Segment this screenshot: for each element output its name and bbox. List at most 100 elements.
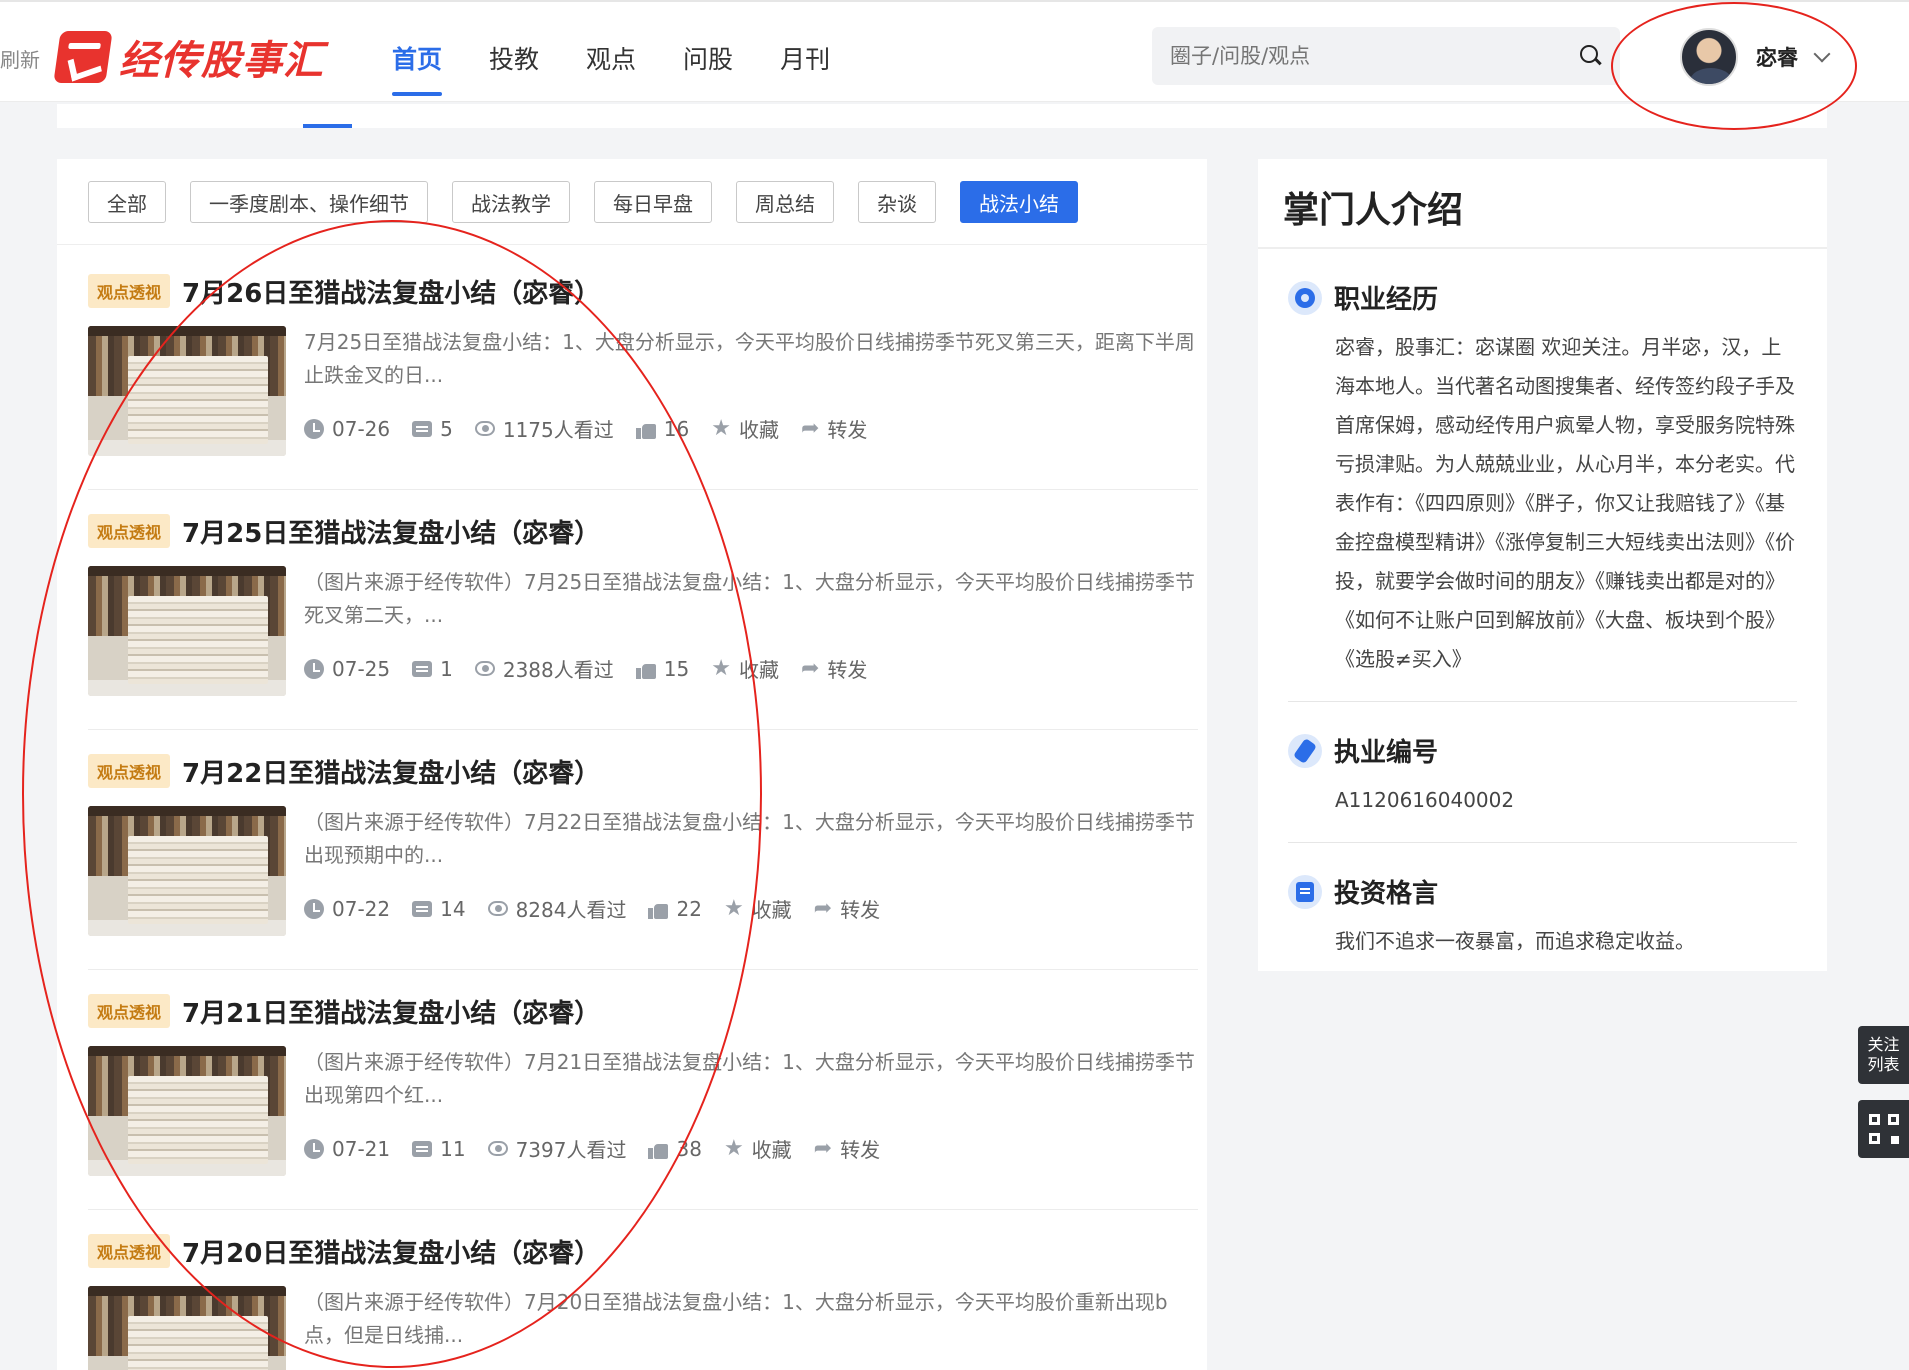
share-button[interactable]: ➦ 转发	[814, 1134, 880, 1163]
clock-icon	[304, 1138, 324, 1159]
like-button[interactable]: 38	[648, 1137, 702, 1161]
article-thumbnail[interactable]	[88, 1286, 286, 1370]
search-icon[interactable]	[1580, 45, 1602, 67]
filter-tactics-teaching[interactable]: 战法教学	[452, 181, 570, 223]
chevron-down-icon[interactable]	[1813, 45, 1831, 63]
list-item[interactable]: 观点透视 7月20日至猎战法复盘小结（宓睿） （图片来源于经传软件）7月20日至…	[88, 1230, 1198, 1370]
sidebar-title: 掌门人介绍	[1283, 190, 1464, 231]
nav-monthly[interactable]: 月刊	[780, 40, 830, 76]
favorite-button[interactable]: ★ 收藏	[724, 1134, 792, 1163]
article-tag: 观点透视	[88, 754, 171, 788]
nav-ask-stock[interactable]: 问股	[683, 40, 733, 76]
article-thumbnail[interactable]	[88, 566, 286, 696]
filter-all[interactable]: 全部	[88, 181, 166, 223]
share-icon: ➦	[813, 895, 833, 921]
comment-icon	[412, 1140, 433, 1157]
article-summary: 7月25日至猎战法复盘小结：1、大盘分析显示，今天平均股价日线捕捞季节死叉第三天…	[304, 330, 1195, 387]
eye-icon	[474, 421, 495, 436]
share-button[interactable]: ➦ 转发	[801, 414, 867, 443]
license-number: A1120616040002	[1335, 788, 1515, 812]
search-input[interactable]	[1170, 44, 1580, 68]
thumbs-up-icon	[635, 659, 656, 679]
article-meta: 07-25 1 2388人看过 15 ★ 收藏 ➦ 转发	[304, 654, 1198, 683]
share-label: 转发	[840, 898, 881, 922]
nav-home[interactable]: 首页	[392, 40, 443, 96]
pen-icon	[1288, 733, 1322, 768]
eye-icon	[487, 901, 508, 916]
list-item[interactable]: 观点透视 7月26日至猎战法复盘小结（宓睿） 7月25日至猎战法复盘小结：1、大…	[88, 270, 1198, 490]
comment-button[interactable]: 1	[412, 657, 453, 681]
comment-count: 5	[440, 416, 453, 441]
list-item[interactable]: 观点透视 7月22日至猎战法复盘小结（宓睿） （图片来源于经传软件）7月22日至…	[88, 750, 1198, 970]
like-button[interactable]: 22	[648, 896, 702, 921]
article-title[interactable]: 7月25日至猎战法复盘小结（宓睿）	[182, 513, 600, 550]
comment-button[interactable]: 11	[412, 1137, 466, 1161]
list-item[interactable]: 观点透视 7月21日至猎战法复盘小结（宓睿） （图片来源于经传软件）7月21日至…	[88, 990, 1198, 1210]
filter-misc[interactable]: 杂谈	[858, 181, 936, 223]
share-button[interactable]: ➦ 转发	[801, 654, 867, 683]
clock-icon	[304, 898, 324, 919]
favorite-button[interactable]: ★ 收藏	[711, 414, 779, 443]
like-count: 22	[676, 896, 702, 921]
refresh-link[interactable]: 刷新	[0, 44, 40, 73]
motto-title: 投资格言	[1334, 879, 1439, 909]
list-item[interactable]: 观点透视 7月25日至猎战法复盘小结（宓睿） （图片来源于经传软件）7月25日至…	[88, 510, 1198, 730]
eye-icon	[474, 661, 495, 676]
user-name[interactable]: 宓睿	[1756, 42, 1798, 72]
star-icon: ★	[711, 415, 731, 441]
like-button[interactable]: 16	[635, 416, 690, 441]
view-count: 1175人看过	[502, 418, 614, 442]
comment-icon	[412, 900, 433, 917]
view-count: 8284人看过	[515, 898, 627, 922]
comment-count: 14	[440, 896, 466, 921]
share-button[interactable]: ➦ 转发	[814, 894, 880, 923]
comment-button[interactable]: 14	[412, 896, 466, 921]
article-title[interactable]: 7月26日至猎战法复盘小结（宓睿）	[182, 273, 600, 310]
favorite-label: 收藏	[738, 418, 779, 442]
license-section: 执业编号 A1120616040002	[1288, 732, 1797, 843]
article-tag: 观点透视	[88, 1234, 171, 1268]
article-thumbnail[interactable]	[88, 806, 286, 936]
filter-tactics-summary[interactable]: 战法小结	[960, 181, 1078, 223]
article-summary: （图片来源于经传软件）7月25日至猎战法复盘小结：1、大盘分析显示，今天平均股价…	[304, 570, 1195, 627]
article-summary: （图片来源于经传软件）7月20日至猎战法复盘小结：1、大盘分析显示，今天平均股价…	[304, 1290, 1168, 1347]
like-count: 16	[663, 416, 690, 441]
comment-count: 1	[440, 656, 453, 681]
filter-daily-morning[interactable]: 每日早盘	[594, 181, 712, 223]
like-button[interactable]: 15	[635, 657, 689, 681]
article-title[interactable]: 7月21日至猎战法复盘小结（宓睿）	[182, 993, 600, 1030]
career-icon	[1288, 280, 1322, 315]
share-icon: ➦	[800, 655, 820, 681]
comment-button[interactable]: 5	[412, 417, 453, 441]
article-thumbnail[interactable]	[88, 326, 286, 456]
motto-section: 投资格言 我们不追求一夜暴富，而追求稳定收益。	[1288, 873, 1797, 961]
filter-weekly-summary[interactable]: 周总结	[736, 181, 834, 223]
nav-opinions[interactable]: 观点	[586, 40, 636, 76]
user-menu[interactable]: 宓睿	[1680, 28, 1831, 86]
article-date: 07-21	[332, 1136, 391, 1161]
career-text: 宓睿，股事汇：宓谋圈 欢迎关注。月半宓，汉，上海本地人。当代著名动图搜集者、经传…	[1335, 335, 1795, 671]
article-meta: 07-21 11 7397人看过 38 ★ 收藏 ➦ 转发	[304, 1134, 1198, 1163]
favorite-button[interactable]: ★ 收藏	[724, 894, 792, 923]
filter-q1-script[interactable]: 一季度剧本、操作细节	[190, 181, 428, 223]
eye-icon	[487, 1141, 508, 1156]
view-count: 7397人看过	[515, 1138, 627, 1162]
motto-text: 我们不追求一夜暴富，而追求稳定收益。	[1335, 929, 1695, 953]
favorite-button[interactable]: ★ 收藏	[711, 654, 779, 683]
comment-icon	[412, 660, 433, 677]
article-title[interactable]: 7月20日至猎战法复盘小结（宓睿）	[182, 1233, 600, 1270]
qr-code-icon	[1868, 1114, 1899, 1144]
career-section: 职业经历 宓睿，股事汇：宓谋圈 欢迎关注。月半宓，汉，上海本地人。当代著名动图搜…	[1288, 279, 1797, 702]
nav-education[interactable]: 投教	[489, 40, 539, 76]
article-thumbnail[interactable]	[88, 1046, 286, 1176]
share-label: 转发	[827, 418, 868, 442]
qr-code-button[interactable]	[1858, 1100, 1909, 1158]
thumbs-up-icon	[648, 1139, 669, 1159]
article-meta: 07-22 14 8284人看过 22 ★ 收藏 ➦ 转发	[304, 894, 1198, 923]
avatar[interactable]	[1680, 28, 1738, 86]
share-label: 转发	[827, 658, 868, 682]
follow-list-button[interactable]: 关注 列表	[1858, 1026, 1909, 1084]
site-logo[interactable]: 经传股事汇	[53, 28, 324, 86]
main-nav: 首页 投教 观点 问股 月刊	[392, 40, 830, 96]
article-title[interactable]: 7月22日至猎战法复盘小结（宓睿）	[182, 753, 600, 790]
